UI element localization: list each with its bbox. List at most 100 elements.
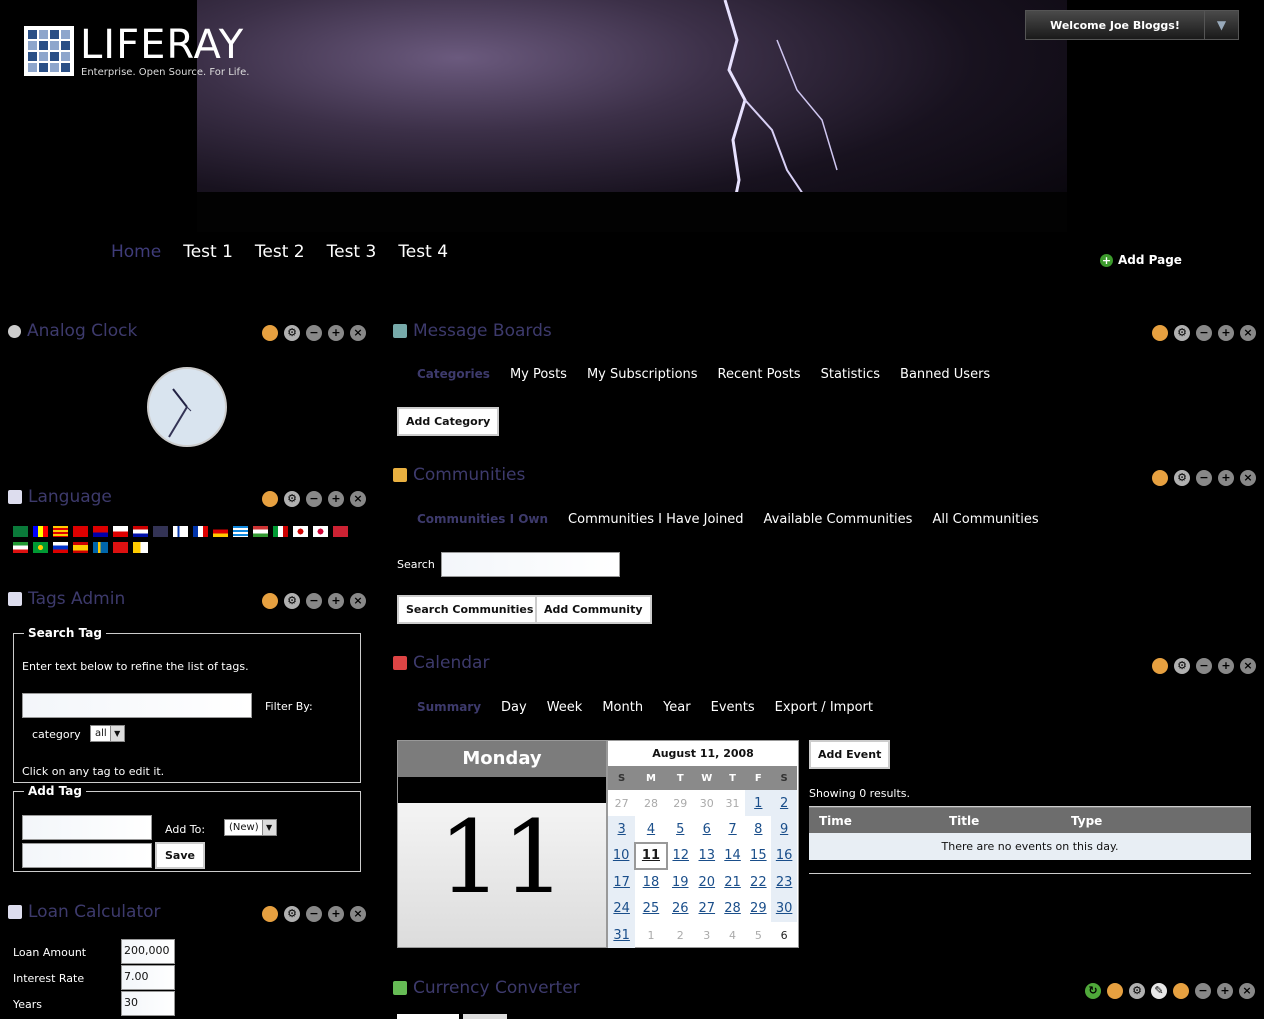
user-menu[interactable]: Welcome Joe Bloggs! ▼ [1025,10,1239,40]
flag-icon[interactable] [93,542,108,553]
day-cell[interactable]: 9 [771,816,797,843]
minimize-icon[interactable]: − [306,325,322,341]
maximize-icon[interactable]: + [1217,983,1233,999]
day-cell[interactable]: 27 [694,896,720,922]
flag-icon[interactable] [33,526,48,537]
day-cell[interactable]: 26 [667,896,694,922]
day-cell[interactable]: 1 [745,790,772,817]
day-cell[interactable]: 19 [667,869,694,895]
look-and-feel-icon[interactable] [262,491,278,507]
flag-icon[interactable] [193,526,208,537]
tab-available-communities[interactable]: Available Communities [764,512,913,527]
dock-dropdown-icon[interactable]: ▼ [1204,11,1238,39]
configuration-gear-icon[interactable]: ⚙ [284,906,300,922]
configuration-gear-icon[interactable]: ⚙ [1174,470,1190,486]
close-icon[interactable]: × [350,491,366,507]
tab-all-communities[interactable]: All Communities [932,512,1038,527]
close-icon[interactable]: × [350,906,366,922]
day-cell[interactable]: 22 [745,869,771,895]
day-cell[interactable]: 30 [771,895,797,922]
day-cell[interactable]: 4 [635,816,666,842]
tab-communities-joined[interactable]: Communities I Have Joined [568,512,743,527]
add-to-select[interactable]: (New) ▼ [224,819,277,836]
day-cell[interactable]: 3 [608,816,636,843]
flag-icon[interactable] [93,526,108,537]
day-cell[interactable]: 23 [771,869,797,896]
look-and-feel-icon[interactable] [1152,658,1168,674]
configuration-gear-icon[interactable]: ⚙ [284,325,300,341]
configuration-gear-icon[interactable]: ⚙ [284,491,300,507]
tab-events[interactable]: Events [711,700,755,715]
flag-icon[interactable] [53,542,68,553]
day-cell[interactable]: 31 [608,921,636,949]
look-and-feel-icon[interactable] [1152,470,1168,486]
minimize-icon[interactable]: − [1196,325,1212,341]
liferay-logo-icon[interactable] [24,26,74,76]
nav-item-test-3[interactable]: Test 3 [327,242,377,262]
close-icon[interactable]: × [350,325,366,341]
flag-icon[interactable] [113,542,128,553]
flag-icon[interactable] [273,526,288,537]
tab-year[interactable]: Year [663,700,691,715]
add-page-button[interactable]: + Add Page [1100,253,1182,267]
nav-item-test-2[interactable]: Test 2 [255,242,305,262]
tag-name-input[interactable] [22,815,152,840]
save-button[interactable]: Save [155,842,205,869]
tab-categories[interactable]: Categories [417,367,490,382]
look-and-feel-icon[interactable] [262,906,278,922]
category-select[interactable]: all ▼ [90,725,125,742]
flag-icon[interactable] [213,526,228,537]
flag-icon[interactable] [233,526,248,537]
community-search-input[interactable] [441,552,620,577]
day-cell[interactable]: 13 [694,843,720,869]
close-icon[interactable]: × [1240,470,1256,486]
flag-icon[interactable] [73,526,88,537]
close-icon[interactable]: × [1240,325,1256,341]
maximize-icon[interactable]: + [1218,325,1234,341]
day-cell[interactable]: 20 [694,869,720,895]
maximize-icon[interactable]: + [1218,658,1234,674]
flag-icon[interactable] [293,526,308,537]
interest-rate-input[interactable]: 7.00 [121,965,175,990]
day-cell[interactable]: 10 [608,842,636,870]
tab-communities-i-own[interactable]: Communities I Own [417,512,548,527]
day-cell[interactable]: 14 [720,843,746,869]
minimize-icon[interactable]: − [306,593,322,609]
tab-statistics[interactable]: Statistics [821,367,880,382]
day-cell[interactable]: 18 [635,869,666,895]
configuration-gear-icon[interactable]: ⚙ [284,593,300,609]
tab-export-import[interactable]: Export / Import [775,700,873,715]
maximize-icon[interactable]: + [328,906,344,922]
minimize-icon[interactable]: − [1196,470,1212,486]
day-cell[interactable]: 7 [720,816,746,842]
tab-week[interactable]: Week [547,700,583,715]
maximize-icon[interactable]: + [328,491,344,507]
flag-icon[interactable] [53,526,68,537]
minimize-icon[interactable]: − [306,906,322,922]
tab-my-subscriptions[interactable]: My Subscriptions [587,367,698,382]
help-icon[interactable] [1173,983,1189,999]
look-and-feel-icon[interactable] [262,325,278,341]
configuration-gear-icon[interactable]: ⚙ [1174,325,1190,341]
nav-item-test-1[interactable]: Test 1 [183,242,233,262]
loan-amount-input[interactable]: 200,000 [121,939,175,964]
flag-icon[interactable] [113,526,128,537]
tab-month[interactable]: Month [602,700,643,715]
minimize-icon[interactable]: − [1195,983,1211,999]
day-cell[interactable]: 6 [694,816,720,842]
minimize-icon[interactable]: − [306,491,322,507]
tab-recent-posts[interactable]: Recent Posts [718,367,801,382]
tag-properties-input[interactable] [22,843,152,868]
day-cell[interactable]: 12 [667,843,694,869]
search-communities-button[interactable]: Search Communities [397,595,543,624]
flag-icon[interactable] [13,526,28,537]
flag-icon[interactable] [313,526,328,537]
look-and-feel-icon[interactable] [1152,325,1168,341]
day-cell-today[interactable]: 11 [634,841,668,871]
tab-my-posts[interactable]: My Posts [510,367,567,382]
day-cell[interactable]: 17 [608,869,636,896]
day-cell[interactable]: 24 [608,895,636,922]
currency-amount-input[interactable] [397,1014,459,1019]
tab-banned-users[interactable]: Banned Users [900,367,990,382]
configuration-gear-icon[interactable]: ⚙ [1174,658,1190,674]
